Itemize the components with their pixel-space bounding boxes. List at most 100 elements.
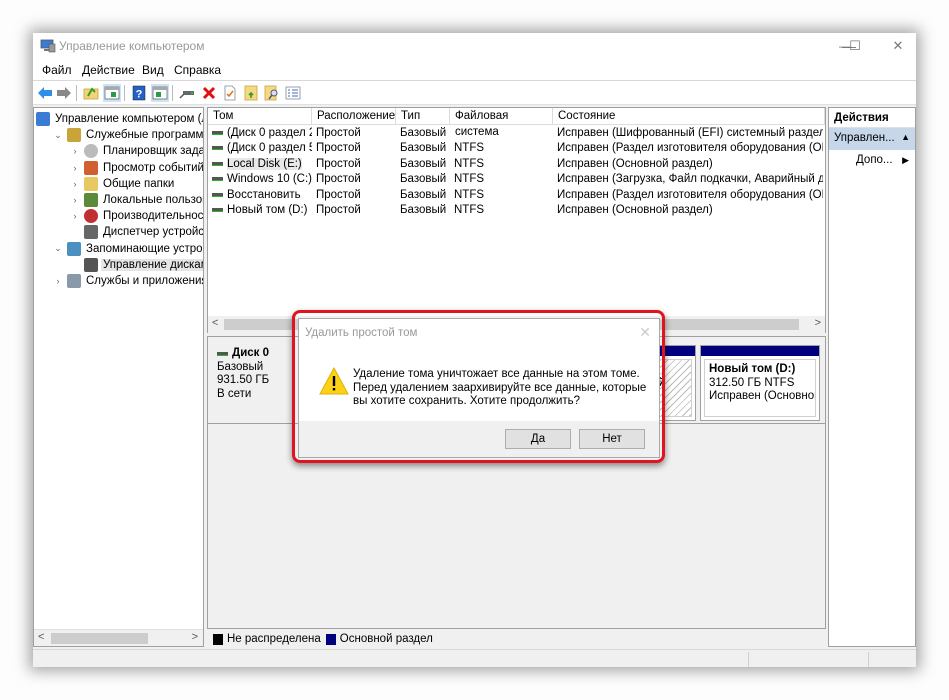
volume-name-cell[interactable]: Новый том (D:) xyxy=(212,203,312,218)
table-cell[interactable]: NTFS xyxy=(454,141,554,156)
search-button[interactable] xyxy=(263,84,281,102)
table-cell[interactable]: Исправен (Раздел изготовителя оборудован… xyxy=(557,141,823,156)
tree-item[interactable]: ⌄ Запоминающие устройст xyxy=(53,241,203,257)
chevron-down-icon[interactable]: ⌄ xyxy=(53,130,63,141)
tree-item[interactable]: › Производительность xyxy=(70,208,203,224)
volume-name-cell[interactable]: Восстановить xyxy=(212,188,312,203)
partition-name: Новый том (D:) xyxy=(709,363,796,375)
chevron-right-icon[interactable]: › xyxy=(70,179,80,189)
dialog-title: Удалить простой том xyxy=(305,327,418,339)
chevron-right-icon[interactable]: › xyxy=(70,146,80,156)
table-cell[interactable]: Простой xyxy=(316,126,398,141)
table-cell[interactable]: Простой xyxy=(316,172,398,187)
chevron-right-icon[interactable]: › xyxy=(70,195,80,205)
tree-item[interactable]: Диспетчер устройств xyxy=(70,224,203,240)
yes-button[interactable]: Да xyxy=(505,429,571,449)
forward-button[interactable] xyxy=(55,84,73,102)
table-cell[interactable]: Исправен (Раздел изготовителя оборудован… xyxy=(557,188,823,203)
chevron-right-icon[interactable]: › xyxy=(53,276,63,286)
volume-name-cell[interactable]: (Диск 0 раздел 5) xyxy=(212,141,312,156)
volume-name-cell[interactable]: (Диск 0 раздел 2) xyxy=(212,126,312,141)
volume-name: (Диск 0 раздел 5) xyxy=(227,142,312,155)
scroll-right-icon[interactable]: > xyxy=(192,631,198,643)
table-cell[interactable]: NTFS xyxy=(454,157,554,172)
up-button[interactable] xyxy=(82,84,100,102)
disk-0-info[interactable]: Диск 0 Базовый 931.50 ГБ В сети xyxy=(209,343,292,419)
dialog-close-icon[interactable]: ✕ xyxy=(639,324,651,341)
connect-drive-button[interactable] xyxy=(178,84,196,102)
tree-item[interactable]: ⌄ Служебные программы xyxy=(53,127,203,143)
event-viewer-icon xyxy=(84,160,98,175)
storage-icon xyxy=(67,241,81,256)
toolbar-separator xyxy=(124,85,125,101)
properties-button[interactable] xyxy=(221,84,239,102)
tree-item[interactable]: › Локальные пользовате xyxy=(70,192,203,208)
partition-new-volume-d[interactable]: Новый том (D:) 312.50 ГБ NTFS Исправен (… xyxy=(700,345,820,421)
table-cell[interactable]: Базовый xyxy=(400,203,452,218)
table-cell[interactable]: Исправен (Шифрованный (EFI) системный ра… xyxy=(557,126,823,141)
table-cell[interactable]: Простой xyxy=(316,157,398,172)
tree-item[interactable]: Управление дисками xyxy=(70,257,203,273)
title-bar[interactable]: Управление компьютером — xyxy=(33,33,916,59)
table-cell[interactable]: Базовый xyxy=(400,188,452,203)
menu-help[interactable]: Справка xyxy=(174,63,221,77)
actions-section-disk-management[interactable]: Управлен... ▲ xyxy=(829,128,915,150)
chevron-right-icon[interactable]: › xyxy=(70,163,80,173)
chevron-right-icon[interactable]: › xyxy=(70,211,80,221)
menu-action[interactable]: Действие xyxy=(82,63,135,77)
table-cell[interactable]: Исправен (Основной раздел) xyxy=(557,203,823,218)
collapse-icon: ▲ xyxy=(901,132,910,142)
table-cell[interactable]: NTFS xyxy=(454,188,554,203)
column-header-type[interactable]: Тип xyxy=(396,108,450,125)
menu-file[interactable]: Файл xyxy=(42,63,72,77)
column-header-volume[interactable]: Том xyxy=(208,108,312,125)
table-cell[interactable]: Исправен (Загрузка, Файл подкачки, Авари… xyxy=(557,172,823,187)
back-button[interactable] xyxy=(36,84,54,102)
show-hide-tree-button[interactable] xyxy=(103,84,121,102)
disk-name: Диск 0 xyxy=(232,347,270,359)
table-cell[interactable]: NTFS xyxy=(454,172,554,187)
table-cell[interactable] xyxy=(454,126,554,141)
tree-item[interactable]: › Просмотр событий xyxy=(70,160,203,176)
maximize-icon: ☐ xyxy=(849,38,861,53)
open-button[interactable] xyxy=(242,84,260,102)
volume-name-cell[interactable]: Windows 10 (C:) xyxy=(212,172,312,187)
table-cell[interactable]: Простой xyxy=(316,141,398,156)
column-header-filesystem[interactable]: Файловая система xyxy=(450,108,553,138)
shared-folder-icon xyxy=(84,176,98,191)
scrollbar-thumb[interactable] xyxy=(51,633,148,644)
delete-button[interactable] xyxy=(200,84,218,102)
tree-item[interactable]: › Планировщик заданий xyxy=(70,143,203,159)
table-cell[interactable]: Базовый xyxy=(400,141,452,156)
list-view-button[interactable] xyxy=(284,84,302,102)
show-hide-action-pane-button[interactable] xyxy=(151,84,169,102)
no-button[interactable]: Нет xyxy=(579,429,645,449)
chevron-down-icon[interactable]: ⌄ xyxy=(53,243,63,254)
scroll-left-icon[interactable]: < xyxy=(212,317,218,329)
volume-icon xyxy=(212,192,223,197)
tree-scrollbar[interactable]: < > xyxy=(34,629,203,646)
tree-item-label: Общие папки xyxy=(103,177,175,190)
table-cell[interactable]: Базовый xyxy=(400,126,452,141)
volume-icon xyxy=(212,130,223,135)
maximize-button[interactable]: ☐ xyxy=(840,36,870,56)
table-cell[interactable]: NTFS xyxy=(454,203,554,218)
actions-more[interactable]: Допо... ▶ xyxy=(829,150,915,170)
table-cell[interactable]: Базовый xyxy=(400,157,452,172)
column-header-status[interactable]: Состояние xyxy=(553,108,825,125)
table-cell[interactable]: Простой xyxy=(316,203,398,218)
help-button[interactable]: ? xyxy=(130,84,148,102)
volume-name-cell[interactable]: Local Disk (E:) xyxy=(212,157,312,172)
table-cell[interactable]: Базовый xyxy=(400,172,452,187)
tree-item[interactable]: Управление компьютером (л xyxy=(36,111,203,127)
tree-item[interactable]: › Службы и приложения xyxy=(53,273,203,289)
table-cell[interactable]: Исправен (Основной раздел) xyxy=(557,157,823,172)
column-header-layout[interactable]: Расположение xyxy=(312,108,396,125)
menu-view[interactable]: Вид xyxy=(142,63,164,77)
tree-item[interactable]: › Общие папки xyxy=(70,176,176,192)
legend-primary: Основной раздел xyxy=(339,633,433,645)
scroll-right-icon[interactable]: > xyxy=(815,317,821,329)
scroll-left-icon[interactable]: < xyxy=(38,631,44,643)
close-button[interactable]: ✕ xyxy=(883,36,913,56)
table-cell[interactable]: Простой xyxy=(316,188,398,203)
